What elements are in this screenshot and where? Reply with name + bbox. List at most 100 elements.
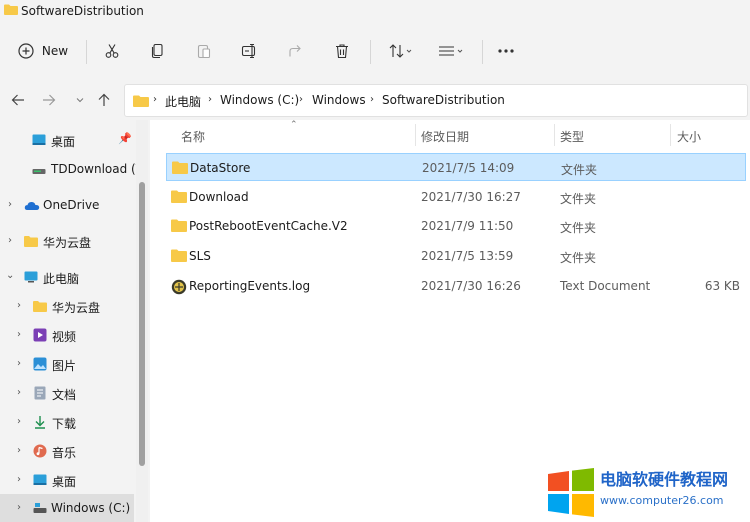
folder-icon xyxy=(171,219,187,232)
file-name: ReportingEvents.log xyxy=(189,279,311,293)
cut-icon xyxy=(105,44,119,58)
video-icon xyxy=(33,328,47,342)
column-divider[interactable] xyxy=(415,124,416,146)
nav-item-label: 华为云盘 xyxy=(52,301,101,315)
file-date: 2021/7/30 16:26 xyxy=(421,279,521,293)
file-type: 文件夹 xyxy=(560,221,597,235)
command-bar: New xyxy=(0,28,750,76)
view-button[interactable] xyxy=(434,34,468,68)
file-row[interactable]: DataStore 2021/7/5 14:09 文件夹 xyxy=(166,153,746,181)
drive-icon xyxy=(32,169,46,174)
file-name: SLS xyxy=(189,249,211,263)
column-header-name[interactable]: 名称 xyxy=(181,128,205,145)
nav-item-label: 此电脑 xyxy=(43,272,80,286)
sort-button[interactable] xyxy=(384,34,418,68)
forward-button[interactable] xyxy=(37,88,61,112)
nav-item-huawei-cloud-pc[interactable]: › 华为云盘 xyxy=(0,292,134,320)
rename-icon xyxy=(241,43,256,59)
folder-icon xyxy=(171,190,187,203)
paste-button[interactable] xyxy=(190,34,218,68)
folder-icon xyxy=(171,249,187,262)
file-date: 2021/7/9 11:50 xyxy=(421,219,514,233)
chevron-right-icon[interactable]: › xyxy=(17,329,21,340)
nav-item-desktop[interactable]: › 桌面 xyxy=(0,466,134,494)
breadcrumb-softwaredistribution[interactable]: SoftwareDistribution xyxy=(382,93,505,107)
copy-button[interactable] xyxy=(144,34,172,68)
breadcrumb-windows[interactable]: Windows xyxy=(312,93,366,107)
navigation-pane: 桌面 📌 TDDownload (\ › OneDrive › 华为云盘 ⌄ 此… xyxy=(0,120,148,522)
chevron-right-icon[interactable]: › xyxy=(17,416,21,427)
address-bar[interactable]: › 此电脑 › Windows (C:) › Windows › Softwar… xyxy=(124,84,748,117)
more-icon xyxy=(498,49,514,53)
column-header-size[interactable]: 大小 xyxy=(677,128,701,145)
up-button[interactable] xyxy=(92,88,116,112)
chevron-right-icon[interactable]: › xyxy=(8,199,12,210)
nav-item-videos[interactable]: › 视频 xyxy=(0,321,134,349)
cut-button[interactable] xyxy=(98,34,126,68)
nav-item-documents[interactable]: › 文档 xyxy=(0,379,134,407)
column-divider[interactable] xyxy=(554,124,555,146)
file-row[interactable]: PostRebootEventCache.V2 2021/7/9 11:50 文… xyxy=(166,212,746,240)
chevron-right-icon[interactable]: › xyxy=(8,235,12,246)
file-date: 2021/7/30 16:27 xyxy=(421,190,521,204)
chevron-right-icon[interactable]: › xyxy=(17,387,21,398)
chevron-right-icon[interactable]: › xyxy=(17,502,21,513)
chevron-right-icon[interactable]: › xyxy=(17,358,21,369)
toolbar-divider xyxy=(370,40,371,64)
nav-item-label: 桌面 xyxy=(52,475,77,489)
nav-item-music[interactable]: › 音乐 xyxy=(0,437,134,465)
delete-button[interactable] xyxy=(328,34,356,68)
navigation-bar: › 此电脑 › Windows (C:) › Windows › Softwar… xyxy=(0,80,750,120)
arrow-right-icon xyxy=(43,94,56,106)
nav-item-pictures[interactable]: › 图片 xyxy=(0,350,134,378)
recent-locations-button[interactable] xyxy=(68,88,92,112)
chevron-right-icon[interactable]: › xyxy=(17,300,21,311)
pc-icon xyxy=(24,271,38,283)
pictures-icon xyxy=(33,357,47,371)
nav-item-label: 桌面 xyxy=(51,135,76,149)
chevron-down-icon[interactable]: ⌄ xyxy=(6,270,14,281)
chevron-right-icon[interactable]: › xyxy=(17,474,21,485)
nav-item-downloads[interactable]: › 下载 xyxy=(0,408,134,436)
nav-item-label: Windows (C:) xyxy=(51,501,131,515)
nav-item-huawei-cloud[interactable]: › 华为云盘 xyxy=(0,227,134,255)
file-type: Text Document xyxy=(560,279,651,293)
nav-item-windows-c[interactable]: › Windows (C:) xyxy=(0,494,134,522)
sort-icon xyxy=(389,44,412,58)
folder-icon xyxy=(24,236,38,247)
file-row[interactable]: SLS 2021/7/5 13:59 文件夹 xyxy=(166,242,746,270)
column-divider[interactable] xyxy=(670,124,671,146)
chevron-right-icon[interactable]: › xyxy=(17,445,21,456)
download-icon xyxy=(35,416,45,429)
file-size: 63 KB xyxy=(704,279,740,293)
breadcrumb-drive-c[interactable]: Windows (C:) xyxy=(220,93,299,107)
chevron-right-icon: › xyxy=(153,94,157,105)
nav-item-label: 下载 xyxy=(52,417,77,431)
chevron-down-icon xyxy=(76,98,84,103)
column-header-type[interactable]: 类型 xyxy=(560,128,584,145)
file-row[interactable]: ReportingEvents.log 2021/7/30 16:26 Text… xyxy=(166,272,746,300)
breadcrumb-this-pc[interactable]: 此电脑 xyxy=(165,93,201,110)
paste-icon xyxy=(197,44,211,59)
more-options-button[interactable] xyxy=(492,34,520,68)
file-name: DataStore xyxy=(190,161,251,175)
log-file-icon xyxy=(171,279,187,295)
nav-item-desktop-pinned[interactable]: 桌面 📌 xyxy=(0,126,134,154)
scrollbar-thumb[interactable] xyxy=(139,182,145,466)
sort-ascending-icon: ⌃ xyxy=(290,120,298,130)
nav-item-tddownload[interactable]: TDDownload (\ xyxy=(0,155,140,183)
share-button[interactable] xyxy=(282,34,310,68)
pin-icon[interactable]: 📌 xyxy=(118,132,132,145)
new-button[interactable]: New xyxy=(12,34,74,68)
nav-item-onedrive[interactable]: › OneDrive xyxy=(0,191,134,219)
navigation-scrollbar[interactable] xyxy=(136,120,148,522)
file-row[interactable]: Download 2021/7/30 16:27 文件夹 xyxy=(166,183,746,211)
back-button[interactable] xyxy=(6,88,30,112)
folder-icon xyxy=(172,161,188,174)
desktop-icon xyxy=(33,474,47,485)
watermark-url: www.computer26.com xyxy=(600,494,724,507)
nav-item-this-pc[interactable]: ⌄ 此电脑 xyxy=(0,263,134,291)
column-header-date[interactable]: 修改日期 xyxy=(421,128,469,145)
window-title: SoftwareDistribution xyxy=(21,4,144,18)
rename-button[interactable] xyxy=(236,34,264,68)
